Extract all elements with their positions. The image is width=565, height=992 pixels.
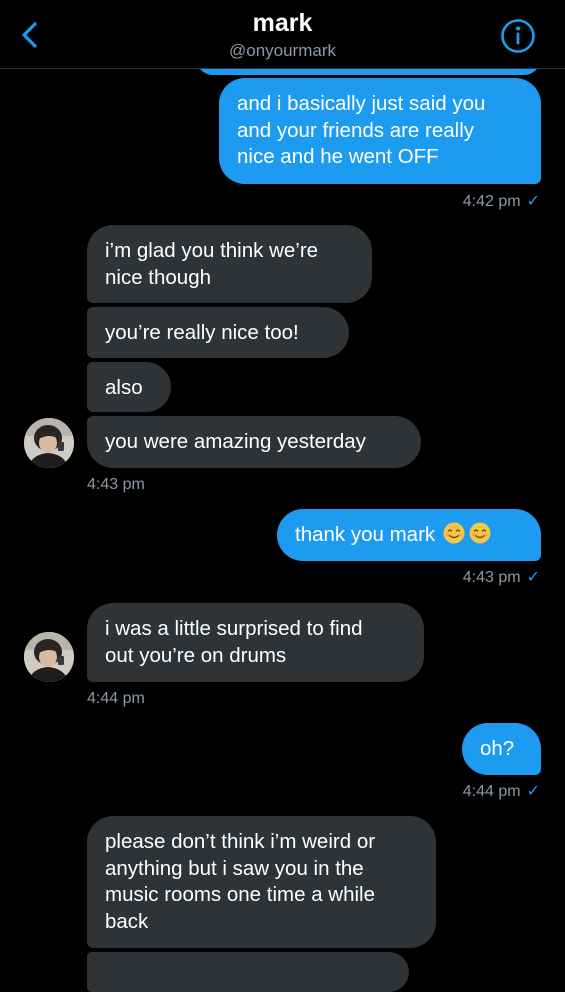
avatar-photo [24,632,74,682]
incoming-message[interactable]: i was a little surprised to find out you… [87,603,424,682]
avatar-photo [24,418,74,468]
avatar[interactable] [24,418,74,468]
timestamp-text: 4:42 pm [462,193,521,210]
incoming-message[interactable]: i’m glad you think we’re nice though [87,225,372,303]
next-message-bubble[interactable] [87,952,409,992]
message-text: thank you mark [295,523,436,546]
message-text: you were amazing yesterday [105,430,366,453]
smiling-face-icon [443,522,465,544]
outgoing-message[interactable]: and i basically just said you and your f… [219,78,541,184]
message-line: and i basically just said you [237,92,486,115]
info-circle-icon [501,19,535,53]
smiling-face-icon [469,522,491,544]
message-timestamp: 4:44 pm ✓ [463,782,540,802]
message-text: oh? [480,737,515,760]
incoming-message[interactable]: please don’t think i’m weird or anything… [87,816,436,948]
contact-name[interactable]: mark [0,8,565,38]
timestamp-text: 4:44 pm [462,783,521,800]
avatar[interactable] [24,632,74,682]
checkmark-icon: ✓ [526,569,540,586]
outgoing-message[interactable]: oh? [462,723,541,775]
message-line: anything but i saw you in the [105,856,364,880]
message-text: you’re really nice too! [105,321,299,344]
message-line: i’m glad you think we’re [105,239,319,262]
message-line: nice though [105,265,212,289]
message-line: out you’re on drums [105,643,287,667]
conversation-header: mark @onyourmark [0,0,565,69]
timestamp-text: 4:43 pm [462,569,521,586]
checkmark-icon: ✓ [526,193,540,210]
message-line: and your friends are really [237,118,475,142]
message-line: nice and he went OFF [237,145,439,168]
outgoing-message[interactable]: thank you mark [277,509,541,561]
message-timestamp: 4:43 pm ✓ [463,568,540,588]
contact-handle[interactable]: @onyourmark [0,40,565,62]
checkmark-icon: ✓ [526,783,540,800]
message-line: please don’t think i’m weird or [105,830,376,853]
incoming-message[interactable]: also [87,362,171,412]
message-timestamp: 4:42 pm ✓ [463,192,540,212]
message-timestamp: 4:43 pm [87,476,145,493]
incoming-message[interactable]: you were amazing yesterday [87,416,421,468]
message-line: back [105,909,149,933]
info-button[interactable] [500,18,536,54]
incoming-message[interactable]: you’re really nice too! [87,307,349,358]
message-timestamp: 4:44 pm [87,690,145,707]
message-text: also [105,376,143,399]
message-line: music rooms one time a while [105,883,376,906]
message-line: i was a little surprised to find [105,617,363,640]
